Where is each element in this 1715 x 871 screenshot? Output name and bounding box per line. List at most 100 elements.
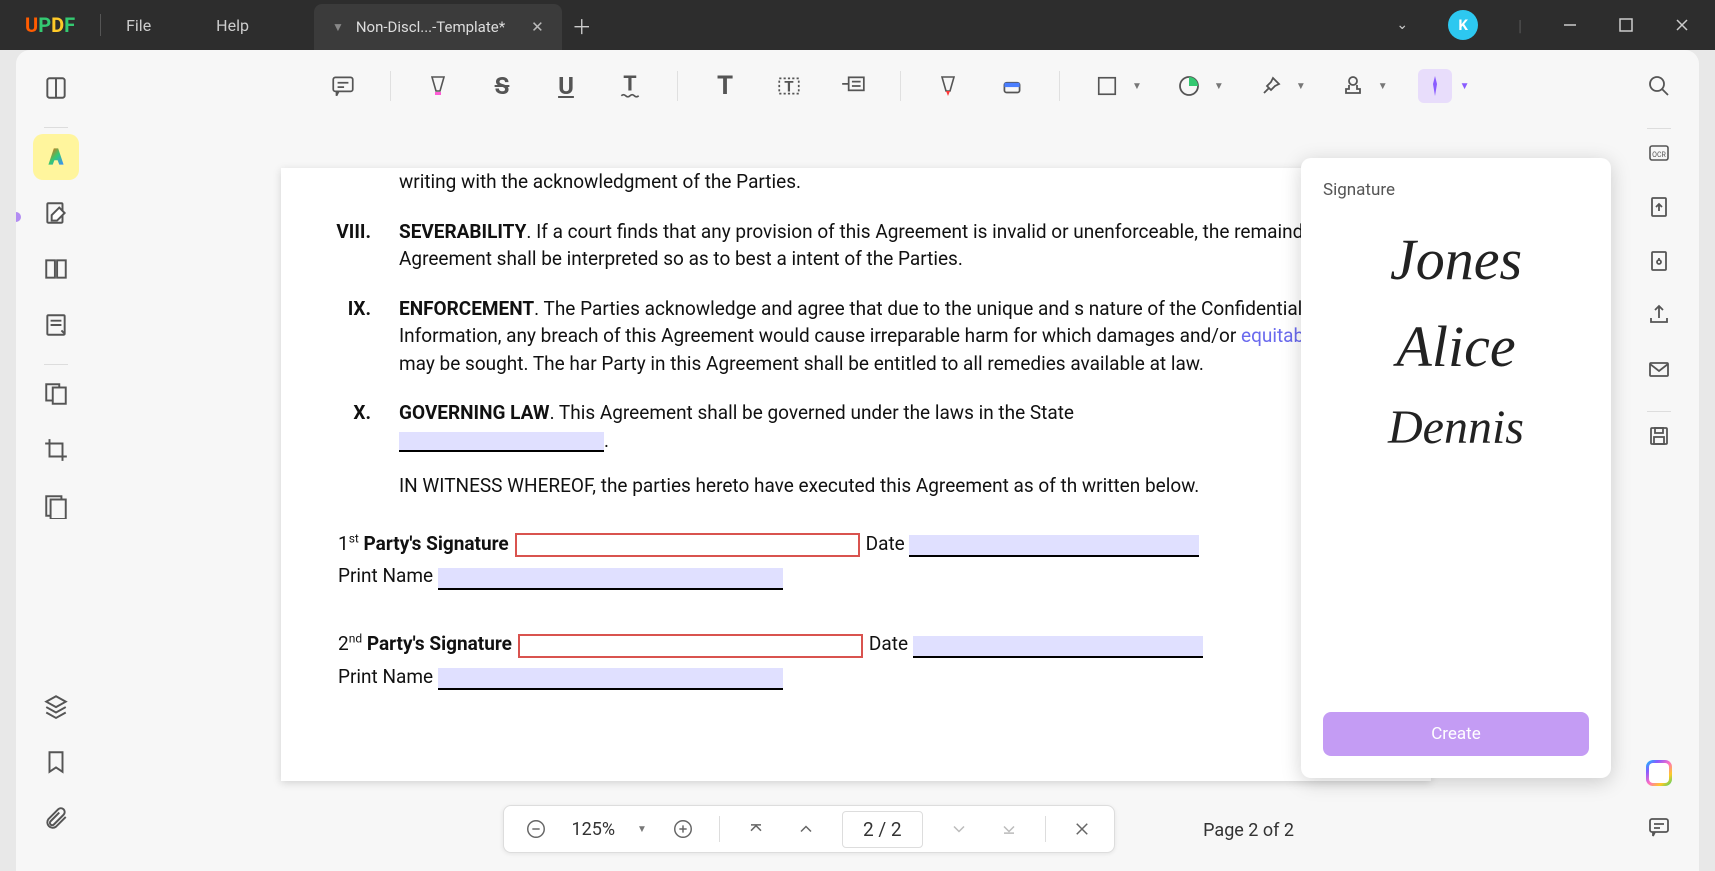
- date-label: Date: [866, 530, 905, 558]
- redact-icon[interactable]: [33, 483, 79, 529]
- pin-icon[interactable]: [1254, 69, 1288, 103]
- organize-pages-icon[interactable]: [33, 246, 79, 292]
- chevron-down-icon[interactable]: ▼: [1296, 81, 1306, 92]
- svg-text:T: T: [623, 73, 636, 96]
- stamp-icon[interactable]: [1336, 69, 1370, 103]
- page-number-input[interactable]: 2 / 2: [842, 811, 923, 848]
- clause-number: VIII.: [323, 218, 399, 273]
- save-icon[interactable]: [1641, 418, 1677, 454]
- close-icon[interactable]: [1674, 17, 1690, 33]
- signature-panel: Signature Jones Alice Dennis Create: [1301, 158, 1611, 778]
- chevron-down-icon[interactable]: ⌄: [1396, 17, 1408, 33]
- print-name-label: Print Name: [338, 562, 433, 590]
- zoom-dropdown-icon[interactable]: ▼: [637, 824, 647, 835]
- print-name-field[interactable]: [438, 568, 783, 590]
- signature-option[interactable]: Alice: [1323, 313, 1589, 380]
- search-icon[interactable]: [1641, 68, 1677, 104]
- signature-panel-title: Signature: [1323, 180, 1589, 200]
- tab-close-icon[interactable]: ✕: [531, 18, 544, 36]
- zoom-level: 125%: [571, 819, 615, 840]
- clause-title: GOVERNING LAW: [399, 401, 550, 424]
- print-name-label: Print Name: [338, 663, 433, 691]
- right-sidebar: OCR: [1619, 50, 1699, 871]
- form-icon[interactable]: [33, 302, 79, 348]
- next-page-icon[interactable]: [945, 815, 973, 843]
- strikethrough-icon[interactable]: S: [485, 69, 519, 103]
- last-page-icon[interactable]: [995, 815, 1023, 843]
- squiggly-icon[interactable]: T: [613, 69, 647, 103]
- close-nav-icon[interactable]: [1068, 815, 1096, 843]
- ai-icon[interactable]: [1641, 755, 1677, 791]
- protect-icon[interactable]: [1641, 243, 1677, 279]
- svg-text:OCR: OCR: [1652, 151, 1666, 159]
- clause-text: . This Agreement shall be governed under…: [550, 401, 1074, 424]
- eraser-icon[interactable]: [995, 69, 1029, 103]
- document-page[interactable]: writing with the acknowledgment of the P…: [281, 168, 1431, 781]
- svg-text:T: T: [784, 77, 794, 95]
- convert-icon[interactable]: [1641, 189, 1677, 225]
- text-icon[interactable]: T: [708, 69, 742, 103]
- prev-page-icon[interactable]: [792, 815, 820, 843]
- bookmark-icon[interactable]: [33, 739, 79, 785]
- tab-dropdown-icon[interactable]: ▼: [332, 20, 344, 34]
- signature-option[interactable]: Jones: [1323, 226, 1589, 293]
- callout-icon[interactable]: [836, 69, 870, 103]
- sticky-note-icon[interactable]: [326, 69, 360, 103]
- date-label: Date: [869, 630, 908, 658]
- email-icon[interactable]: [1641, 351, 1677, 387]
- print-name-field[interactable]: [438, 668, 783, 690]
- signature-field-2[interactable]: [518, 634, 863, 658]
- minimize-icon[interactable]: [1562, 17, 1578, 33]
- compare-icon[interactable]: [33, 371, 79, 417]
- pencil-icon[interactable]: [931, 69, 965, 103]
- user-avatar[interactable]: K: [1448, 10, 1478, 40]
- shape-rectangle-icon[interactable]: [1090, 69, 1124, 103]
- edit-pdf-icon[interactable]: [33, 190, 79, 236]
- signature-label: 2nd Party's Signature: [338, 630, 512, 658]
- clause-title: SEVERABILITY: [399, 220, 526, 243]
- zoom-out-icon[interactable]: [521, 815, 549, 843]
- paragraph: writing with the acknowledgment of the P…: [399, 168, 1389, 196]
- page-navigation-bar: 125% ▼ 2 / 2: [502, 805, 1114, 853]
- comment-panel-icon[interactable]: [1641, 809, 1677, 845]
- crop-icon[interactable]: [33, 427, 79, 473]
- document-tab[interactable]: ▼ Non-Discl...-Template* ✕: [314, 4, 562, 50]
- chevron-down-icon[interactable]: ▼: [1460, 81, 1470, 92]
- tab-title: Non-Discl...-Template*: [356, 18, 505, 36]
- signature-option[interactable]: Dennis: [1323, 400, 1589, 455]
- clause-title: ENFORCEMENT: [399, 297, 534, 320]
- annotation-toolbar: S U T T T ▼ ▼ ▼ ▼ ▼: [326, 62, 1589, 110]
- fill-field[interactable]: [399, 432, 604, 452]
- underline-icon[interactable]: U: [549, 69, 583, 103]
- reader-mode-icon[interactable]: [33, 65, 79, 111]
- textbox-icon[interactable]: T: [772, 69, 806, 103]
- date-field[interactable]: [913, 636, 1203, 658]
- paragraph: IN WITNESS WHEREOF, the parties hereto h…: [399, 472, 1389, 500]
- menu-file[interactable]: File: [126, 16, 151, 35]
- maximize-icon[interactable]: [1618, 17, 1634, 33]
- signature-label: 1st Party's Signature: [338, 530, 509, 558]
- annotate-icon[interactable]: [33, 134, 79, 180]
- ocr-icon[interactable]: OCR: [1641, 135, 1677, 171]
- sticker-icon[interactable]: [1172, 69, 1206, 103]
- date-field[interactable]: [909, 535, 1199, 557]
- chevron-down-icon[interactable]: ▼: [1378, 81, 1388, 92]
- highlight-icon[interactable]: [421, 69, 455, 103]
- clause-text: . If a court finds that any provision of…: [399, 220, 1378, 271]
- clause-text: . The Parties acknowledge and agree that…: [399, 297, 1302, 348]
- create-signature-button[interactable]: Create: [1323, 712, 1589, 756]
- chevron-down-icon[interactable]: ▼: [1132, 81, 1142, 92]
- chevron-down-icon[interactable]: ▼: [1214, 81, 1224, 92]
- zoom-in-icon[interactable]: [669, 815, 697, 843]
- app-logo: UPDF: [25, 13, 75, 37]
- title-bar: UPDF File Help ▼ Non-Discl...-Template* …: [0, 0, 1715, 50]
- signature-field-1[interactable]: [515, 533, 860, 557]
- first-page-icon[interactable]: [742, 815, 770, 843]
- menu-help[interactable]: Help: [216, 16, 249, 35]
- signature-icon[interactable]: [1418, 69, 1452, 103]
- share-icon[interactable]: [1641, 297, 1677, 333]
- attachment-icon[interactable]: [33, 795, 79, 841]
- new-tab-button[interactable]: ＋: [562, 0, 602, 50]
- layers-icon[interactable]: [33, 683, 79, 729]
- clause-number: X.: [323, 399, 399, 454]
